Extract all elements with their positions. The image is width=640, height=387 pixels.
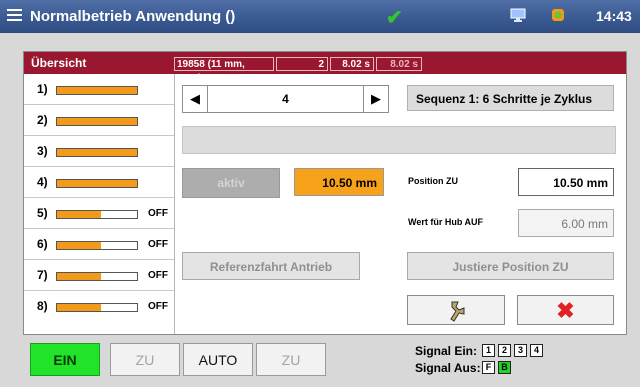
list-item[interactable]: 6) OFF	[24, 229, 174, 260]
step-value: 4	[282, 92, 289, 106]
clock: 14:43	[596, 8, 632, 24]
row-status: OFF	[148, 239, 168, 250]
zu-button[interactable]: ZU	[110, 343, 180, 376]
referenzfahrt-button[interactable]: Referenzfahrt Antrieb	[182, 252, 360, 280]
menu-icon[interactable]	[7, 9, 22, 21]
row-label: 2)	[37, 113, 48, 127]
signal-ein-indicator: 1	[482, 344, 495, 357]
row-status: OFF	[148, 301, 168, 312]
zu-button-2[interactable]: ZU	[256, 343, 326, 376]
list-item[interactable]: 1)	[24, 74, 174, 105]
header-time-value-dim: 8.02 s	[376, 57, 422, 71]
hub-auf-field[interactable]: 6.00 mm	[518, 209, 614, 237]
progress-fill	[57, 180, 137, 187]
progress-fill	[57, 87, 137, 94]
progress-fill	[57, 211, 101, 218]
signal-aus-label: Signal Aus:	[415, 361, 481, 375]
panel-title: Übersicht	[31, 56, 87, 70]
progress-fill	[57, 242, 101, 249]
row-label: 5)	[37, 206, 48, 220]
progress-bar	[56, 148, 138, 157]
sequence-info: Sequenz 1: 6 Schritte je Zyklus	[407, 85, 614, 111]
row-label: 8)	[37, 299, 48, 313]
bug-icon[interactable]	[550, 7, 566, 23]
progress-bar	[56, 272, 138, 281]
message-bar	[182, 126, 616, 154]
progress-fill	[57, 273, 101, 280]
list-item[interactable]: 2)	[24, 105, 174, 136]
title-bar: Normalbetrieb Anwendung () ✔ 14:43	[0, 0, 640, 33]
list-item[interactable]: 7) OFF	[24, 260, 174, 291]
progress-bar	[56, 241, 138, 250]
aktiv-button[interactable]: aktiv	[182, 168, 280, 198]
signal-ein-indicator: 4	[530, 344, 543, 357]
ein-button[interactable]: EIN	[30, 343, 100, 376]
signal-ein-indicator: 2	[498, 344, 511, 357]
monitor-icon[interactable]	[510, 8, 526, 22]
signal-ein-indicator: 3	[514, 344, 527, 357]
progress-fill	[57, 149, 137, 156]
progress-fill	[57, 304, 101, 311]
signal-aus-indicator: F	[482, 361, 495, 374]
row-status: OFF	[148, 270, 168, 281]
progress-bar	[56, 210, 138, 219]
progress-bar	[56, 86, 138, 95]
tool-button[interactable]	[407, 295, 505, 325]
checkmark-icon: ✔	[386, 7, 403, 29]
window-title: Normalbetrieb Anwendung ()	[30, 8, 236, 25]
panel-header: Übersicht 19858 (11 mm, Enc.) 2 8.02 s 8…	[24, 52, 626, 84]
overview-panel: Übersicht 19858 (11 mm, Enc.) 2 8.02 s 8…	[23, 51, 627, 335]
progress-bar	[56, 303, 138, 312]
list-item[interactable]: 8) OFF	[24, 291, 174, 334]
current-position-value: 10.50 mm	[294, 168, 384, 196]
row-label: 3)	[37, 144, 48, 158]
header-count-value: 2	[276, 57, 328, 71]
header-encoder-value: 19858 (11 mm, Enc.)	[174, 57, 274, 84]
justiere-position-button[interactable]: Justiere Position ZU	[407, 252, 614, 280]
signal-ein-label: Signal Ein:	[415, 344, 478, 358]
cancel-button[interactable]: ✖	[517, 295, 614, 325]
row-label: 1)	[37, 82, 48, 96]
row-label: 7)	[37, 268, 48, 282]
row-status: OFF	[148, 208, 168, 219]
header-time-value: 8.02 s	[330, 57, 374, 71]
list-item[interactable]: 4)	[24, 167, 174, 198]
step-next-button[interactable]: ▶	[363, 86, 388, 112]
row-label: 4)	[37, 175, 48, 189]
auto-button[interactable]: AUTO	[183, 343, 253, 376]
signal-aus-indicator: B	[498, 361, 511, 374]
progress-bar	[56, 179, 138, 188]
channel-list: 1) 2) 3) 4) 5) OFF 6) OFF 7) OFF 8) OFF	[24, 74, 175, 334]
step-previous-button[interactable]: ◀	[183, 86, 208, 112]
position-zu-label: Position ZU	[408, 176, 458, 186]
progress-bar	[56, 117, 138, 126]
row-label: 6)	[37, 237, 48, 251]
hub-auf-label: Wert für Hub AUF	[408, 217, 483, 227]
close-icon: ✖	[556, 298, 575, 323]
list-item[interactable]: 3)	[24, 136, 174, 167]
progress-fill	[57, 118, 137, 125]
step-stepper: ◀ 4 ▶	[182, 85, 389, 113]
position-zu-field[interactable]: 10.50 mm	[518, 168, 614, 196]
wrench-icon	[450, 301, 465, 322]
list-item[interactable]: 5) OFF	[24, 198, 174, 229]
